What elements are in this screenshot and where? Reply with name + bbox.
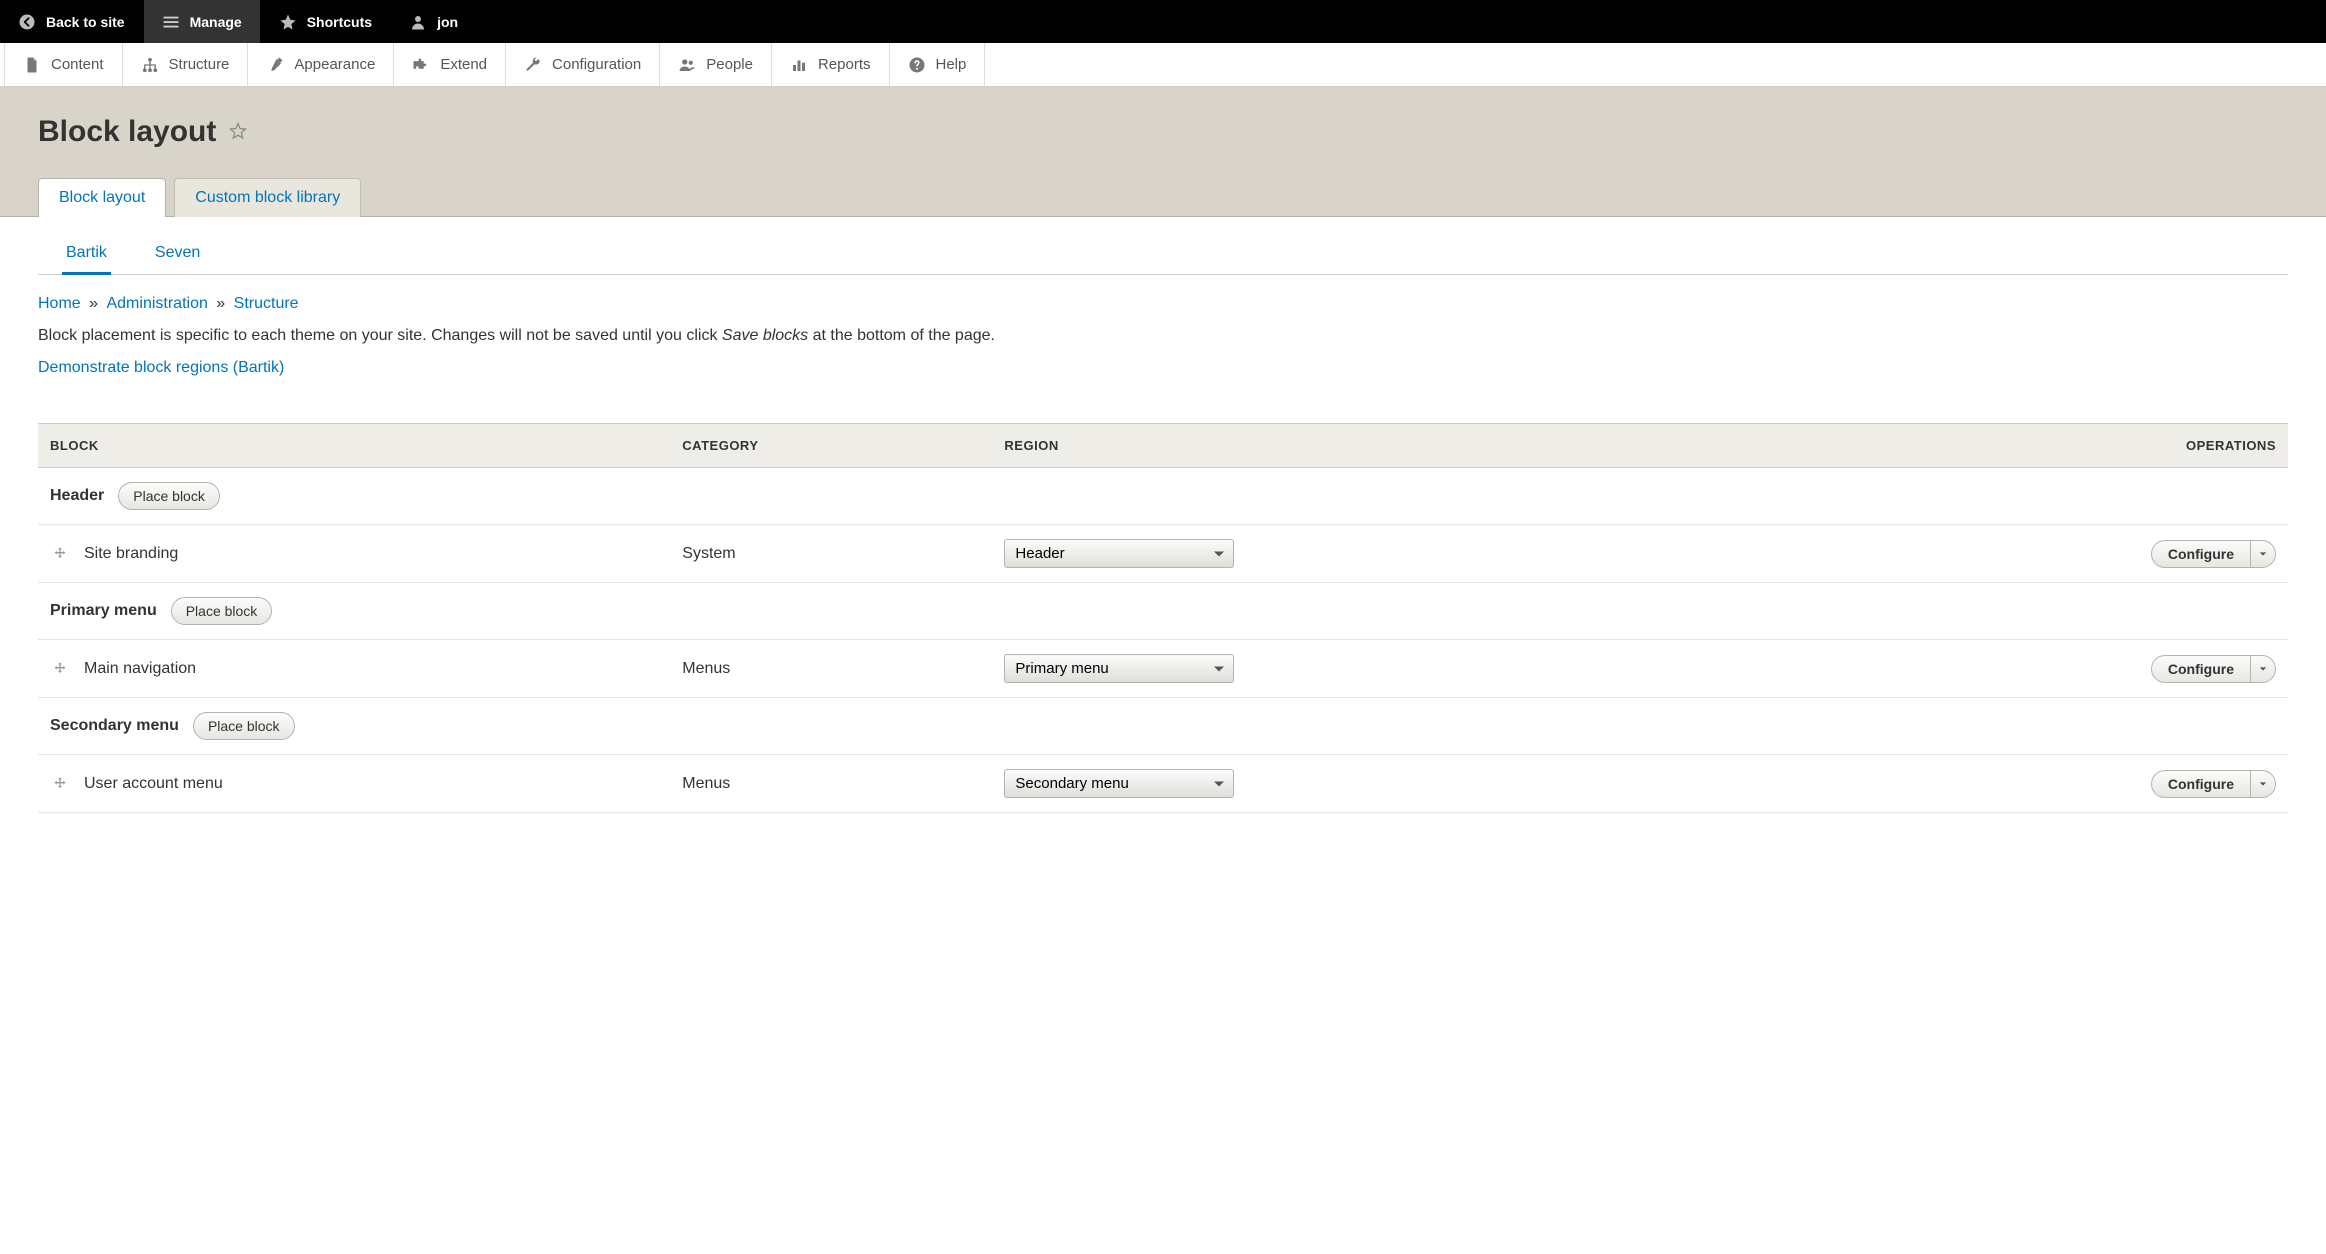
table-header-row: BLOCK CATEGORY REGION OPERATIONS	[38, 424, 2288, 468]
place-block-button[interactable]: Place block	[171, 597, 273, 625]
favorite-toggle[interactable]	[228, 121, 248, 144]
admin-menu-label: Extend	[440, 56, 487, 73]
region-select[interactable]: Primary menu	[1004, 654, 1234, 683]
admin-menu-reports[interactable]: Reports	[772, 43, 890, 86]
admin-menu-extend[interactable]: Extend	[394, 43, 506, 86]
operations-dropbutton: Configure	[2151, 540, 2276, 568]
page-title: Block layout	[38, 115, 216, 149]
toolbar-manage-label: Manage	[190, 14, 242, 30]
hierarchy-icon	[141, 56, 159, 74]
admin-menu-appearance[interactable]: Appearance	[248, 43, 394, 86]
info-pre: Block placement is specific to each them…	[38, 327, 722, 344]
toolbar-manage[interactable]: Manage	[144, 0, 261, 43]
region-header-row: Header Place block	[38, 468, 2288, 525]
place-block-button[interactable]: Place block	[193, 712, 295, 740]
person-icon	[409, 13, 427, 31]
block-row: Main navigation Menus Primary menu Configur…	[38, 640, 2288, 698]
configure-button[interactable]: Configure	[2152, 771, 2251, 797]
breadcrumb-separator: »	[85, 295, 103, 312]
admin-menu-label: Content	[51, 56, 104, 73]
admin-menu-label: Appearance	[294, 56, 375, 73]
col-operations: OPERATIONS	[1809, 424, 2288, 468]
breadcrumb-link[interactable]: Home	[38, 295, 81, 312]
toolbar-shortcuts[interactable]: Shortcuts	[261, 0, 391, 43]
admin-menu-label: People	[706, 56, 753, 73]
toolbar: Back to site Manage Shortcuts jon	[0, 0, 2326, 43]
operations-dropbutton: Configure	[2151, 770, 2276, 798]
region-title: Primary menu	[50, 602, 157, 620]
breadcrumb-link[interactable]: Administration	[106, 295, 207, 312]
info-text: Block placement is specific to each them…	[38, 327, 2288, 345]
info-emphasis: Save blocks	[722, 327, 808, 344]
admin-menu: Content Structure Appearance Extend Configur…	[0, 43, 2326, 87]
primary-tab[interactable]: Block layout	[38, 178, 166, 217]
star-icon	[279, 13, 297, 31]
admin-menu-people[interactable]: People	[660, 43, 772, 86]
admin-menu-label: Configuration	[552, 56, 641, 73]
puzzle-icon	[412, 56, 430, 74]
block-name: Site branding	[84, 545, 178, 563]
question-icon	[908, 56, 926, 74]
operations-dropbutton: Configure	[2151, 655, 2276, 683]
breadcrumb-separator: »	[212, 295, 230, 312]
block-category: System	[670, 525, 992, 583]
col-category: CATEGORY	[670, 424, 992, 468]
operations-dropdown-toggle[interactable]	[2251, 656, 2275, 682]
operations-dropdown-toggle[interactable]	[2251, 541, 2275, 567]
block-name: User account menu	[84, 775, 223, 793]
admin-menu-structure[interactable]: Structure	[123, 43, 249, 86]
demonstrate-regions-link[interactable]: Demonstrate block regions (Bartik)	[38, 359, 284, 377]
block-category: Menus	[670, 640, 992, 698]
col-block: BLOCK	[38, 424, 670, 468]
secondary-tab[interactable]: Bartik	[62, 236, 111, 275]
operations-dropdown-toggle[interactable]	[2251, 771, 2275, 797]
bars-icon	[790, 56, 808, 74]
block-name: Main navigation	[84, 660, 196, 678]
region-header-row: Secondary menu Place block	[38, 698, 2288, 755]
people-icon	[678, 56, 696, 74]
admin-menu-help[interactable]: Help	[890, 43, 986, 86]
chevron-left-circle-icon	[18, 13, 36, 31]
configure-button[interactable]: Configure	[2152, 656, 2251, 682]
breadcrumb-link[interactable]: Structure	[234, 295, 299, 312]
toolbar-back-label: Back to site	[46, 14, 125, 30]
wrench-icon	[524, 56, 542, 74]
secondary-tabs: Bartik Seven	[38, 235, 2288, 275]
admin-menu-label: Structure	[169, 56, 230, 73]
col-region: REGION	[992, 424, 1808, 468]
toolbar-user-label: jon	[437, 14, 458, 30]
info-post: at the bottom of the page.	[808, 327, 995, 344]
block-category: Menus	[670, 755, 992, 813]
drag-handle-icon[interactable]	[52, 661, 68, 677]
region-title: Header	[50, 487, 104, 505]
menu-icon	[162, 13, 180, 31]
toolbar-user[interactable]: jon	[391, 0, 477, 43]
file-icon	[23, 56, 41, 74]
region-header-row: Primary menu Place block	[38, 583, 2288, 640]
block-row: User account menu Menus Secondary menu Conf…	[38, 755, 2288, 813]
region-select[interactable]: Secondary menu	[1004, 769, 1234, 798]
star-outline-icon	[228, 121, 248, 141]
content-area: Bartik Seven Home » Administration » Stru…	[0, 217, 2326, 813]
breadcrumb: Home » Administration » Structure	[38, 295, 2288, 313]
admin-menu-content[interactable]: Content	[4, 43, 123, 86]
region-title: Secondary menu	[50, 717, 179, 735]
drag-handle-icon[interactable]	[52, 546, 68, 562]
title-region: Block layout Block layoutCustom block li…	[0, 87, 2326, 217]
drag-handle-icon[interactable]	[52, 776, 68, 792]
secondary-tab[interactable]: Seven	[151, 236, 204, 275]
primary-tabs: Block layoutCustom block library	[38, 177, 2288, 216]
admin-menu-label: Help	[936, 56, 967, 73]
place-block-button[interactable]: Place block	[118, 482, 220, 510]
admin-menu-label: Reports	[818, 56, 871, 73]
block-row: Site branding System Header Configure	[38, 525, 2288, 583]
region-select[interactable]: Header	[1004, 539, 1234, 568]
configure-button[interactable]: Configure	[2152, 541, 2251, 567]
brush-icon	[266, 56, 284, 74]
primary-tab[interactable]: Custom block library	[174, 178, 361, 217]
blocks-table: BLOCK CATEGORY REGION OPERATIONS Header P…	[38, 423, 2288, 813]
admin-menu-configuration[interactable]: Configuration	[506, 43, 660, 86]
toolbar-shortcuts-label: Shortcuts	[307, 14, 372, 30]
toolbar-back-to-site[interactable]: Back to site	[0, 0, 144, 43]
